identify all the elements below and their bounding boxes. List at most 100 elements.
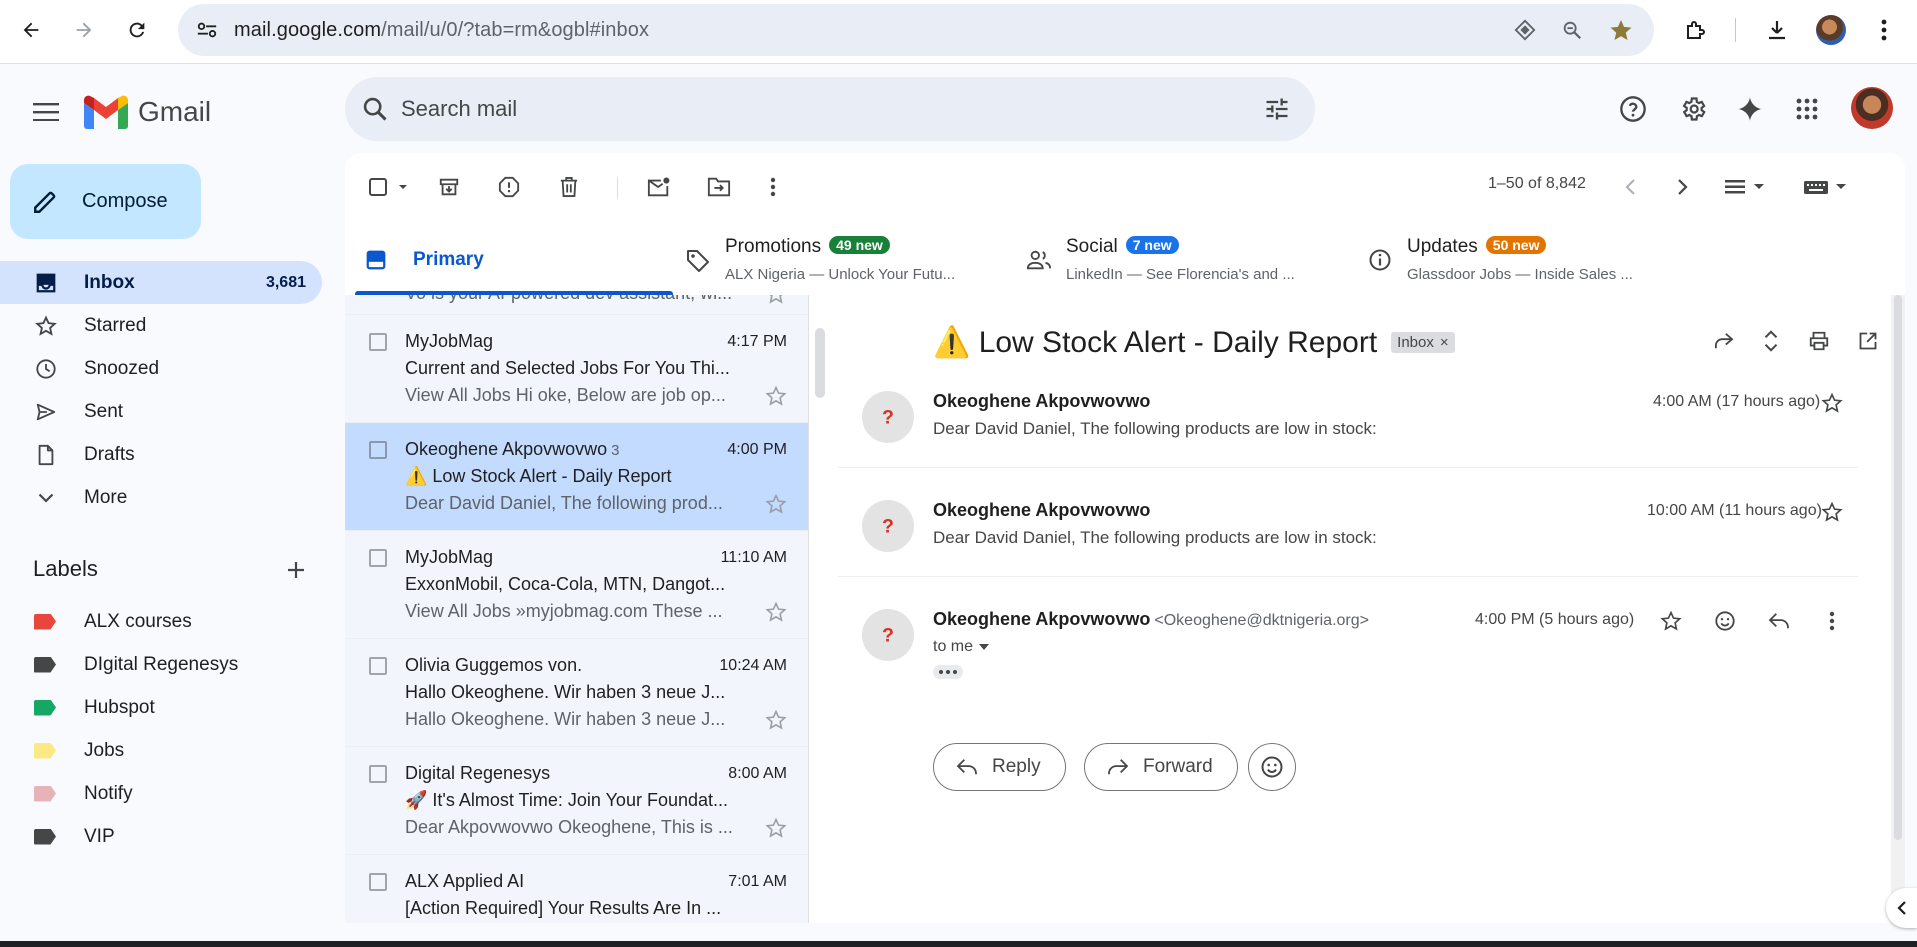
sidebar-item-more[interactable]: More [0, 476, 322, 519]
row-checkbox[interactable] [369, 549, 387, 567]
gmail-logo[interactable]: Gmail [84, 92, 211, 132]
message-collapsed[interactable]: ? Okeoghene Akpovwovwo Dear David Daniel… [838, 500, 1858, 608]
delete-icon[interactable] [551, 169, 587, 205]
star-toggle-icon[interactable] [1818, 389, 1846, 417]
label-item[interactable]: DIgital Regenesys [0, 643, 322, 686]
open-in-new-window-icon[interactable] [1852, 325, 1884, 357]
tab-social[interactable]: Social 7 new LinkedIn — See Florencia's a… [1026, 223, 1356, 295]
star-toggle-icon[interactable] [765, 493, 787, 515]
star-toggle-icon[interactable] [765, 709, 787, 731]
list-item[interactable]: Digital Regenesys 8:00 AM 🚀 It's Almost … [345, 747, 808, 855]
zoom-icon[interactable] [1559, 17, 1585, 43]
gemini-sparkle-icon[interactable] [1730, 89, 1770, 129]
mark-unread-icon[interactable] [641, 169, 677, 205]
tab-primary[interactable]: Primary [345, 223, 675, 295]
star-toggle-icon[interactable] [1818, 498, 1846, 526]
forward-button[interactable]: Forward [1084, 743, 1238, 791]
tab-promotions[interactable]: Promotions 49 new ALX Nigeria — Unlock Yo… [685, 223, 1015, 295]
forward-arrow-icon [1108, 759, 1129, 775]
row-checkbox[interactable] [369, 657, 387, 675]
browser-profile-avatar[interactable] [1815, 14, 1847, 46]
add-reaction-icon[interactable] [1711, 607, 1739, 635]
bookmark-star-icon[interactable] [1608, 17, 1634, 43]
sidebar-item-drafts[interactable]: Drafts [0, 433, 322, 476]
compose-button[interactable]: Compose [10, 164, 201, 239]
row-checkbox[interactable] [369, 333, 387, 351]
email-list: Vo is your AI-powered dev assistant, wi.… [345, 295, 809, 923]
thread-count: 3 [611, 442, 620, 459]
remove-label-icon[interactable]: × [1440, 334, 1449, 351]
people-icon [1026, 247, 1052, 273]
help-icon[interactable] [1613, 89, 1653, 129]
browser-menu-icon[interactable] [1868, 14, 1900, 46]
list-scrollbar[interactable] [815, 328, 825, 398]
apps-grid-icon[interactable] [1787, 89, 1827, 129]
message-collapsed[interactable]: ? Okeoghene Akpovwovwo Dear David Daniel… [838, 391, 1858, 499]
newer-page-button[interactable] [1612, 169, 1648, 205]
settings-gear-icon[interactable] [1673, 89, 1713, 129]
expand-all-icon[interactable] [1755, 325, 1787, 357]
tab-updates[interactable]: Updates 50 new Glassdoor Jobs — Inside Sa… [1367, 223, 1697, 295]
message-more-icon[interactable] [1818, 607, 1846, 635]
arrow-left-icon [23, 22, 39, 38]
back-button[interactable] [13, 12, 49, 48]
create-label-button[interactable] [282, 556, 310, 584]
older-page-button[interactable] [1665, 169, 1701, 205]
label-item[interactable]: Hubspot [0, 686, 322, 729]
reply-button[interactable]: Reply [933, 743, 1066, 791]
list-item[interactable]: Okeoghene Akpovwovwo 3 4:00 PM ⚠️ Low Sto… [345, 423, 808, 531]
star-toggle-icon[interactable] [765, 295, 787, 305]
search-icon[interactable] [361, 95, 389, 123]
label-item[interactable]: Notify [0, 772, 322, 815]
report-spam-icon[interactable] [491, 169, 527, 205]
star-toggle-icon[interactable] [765, 601, 787, 623]
main-menu-button[interactable] [26, 92, 66, 132]
forward-nav-button[interactable] [66, 12, 102, 48]
sidebar-item-inbox[interactable]: Inbox 3,681 [0, 261, 322, 304]
split-pane-toggle[interactable] [1719, 169, 1775, 205]
site-info-icon[interactable] [190, 18, 224, 42]
sidebar-item-starred[interactable]: Starred [0, 304, 322, 347]
input-tools-keyboard-icon[interactable] [1799, 169, 1855, 205]
url-text[interactable]: mail.google.com/mail/u/0/?tab=rm&ogbl#in… [234, 4, 649, 56]
search-bar[interactable] [345, 77, 1315, 141]
row-checkbox[interactable] [369, 873, 387, 891]
list-item[interactable]: Olivia Guggemos von. 10:24 AM Hallo Okeo… [345, 639, 808, 747]
show-trimmed-content-button[interactable] [933, 665, 963, 679]
archive-icon[interactable] [431, 169, 467, 205]
sidebar-item-sent[interactable]: Sent [0, 390, 322, 433]
download-icon[interactable] [1761, 14, 1793, 46]
address-bar[interactable]: mail.google.com/mail/u/0/?tab=rm&ogbl#in… [178, 4, 1654, 56]
unknown-sender-icon: ? [882, 625, 894, 647]
star-toggle-icon[interactable] [1657, 607, 1685, 635]
search-input[interactable] [401, 77, 1201, 141]
reload-button[interactable] [119, 12, 155, 48]
select-all-checkbox[interactable] [365, 169, 415, 205]
more-actions-icon[interactable] [755, 169, 791, 205]
extensions-icon[interactable] [1680, 14, 1712, 46]
label-item[interactable]: VIP [0, 815, 322, 858]
row-checkbox[interactable] [369, 441, 387, 459]
inbox-label-chip[interactable]: Inbox × [1391, 332, 1455, 353]
star-toggle-icon[interactable] [765, 817, 787, 839]
star-toggle-icon[interactable] [765, 385, 787, 407]
print-icon[interactable] [1803, 325, 1835, 357]
list-item[interactable]: MyJobMag 11:10 AM ExxonMobil, Coca-Cola,… [345, 531, 808, 639]
search-options-icon[interactable] [1263, 95, 1291, 123]
list-item[interactable]: ALX Applied AI 7:01 AM [Action Required]… [345, 855, 808, 923]
list-item[interactable]: Vo is your AI-powered dev assistant, wi.… [345, 295, 808, 315]
label-item[interactable]: ALX courses [0, 600, 322, 643]
forward-all-icon[interactable] [1708, 325, 1740, 357]
gmail-m-icon [84, 95, 128, 129]
recipient-details[interactable]: to me [933, 638, 990, 656]
emoji-reaction-button[interactable] [1248, 743, 1296, 791]
move-to-icon[interactable] [701, 169, 737, 205]
reply-icon[interactable] [1765, 607, 1793, 635]
label-item[interactable]: Jobs [0, 729, 322, 772]
row-checkbox[interactable] [369, 765, 387, 783]
lens-icon[interactable] [1512, 17, 1538, 43]
sidebar-item-snoozed[interactable]: Snoozed [0, 347, 322, 390]
reading-pane-scrollbar[interactable] [1891, 295, 1905, 923]
account-avatar[interactable] [1850, 86, 1894, 130]
list-item[interactable]: MyJobMag 4:17 PM Current and Selected Jo… [345, 315, 808, 423]
